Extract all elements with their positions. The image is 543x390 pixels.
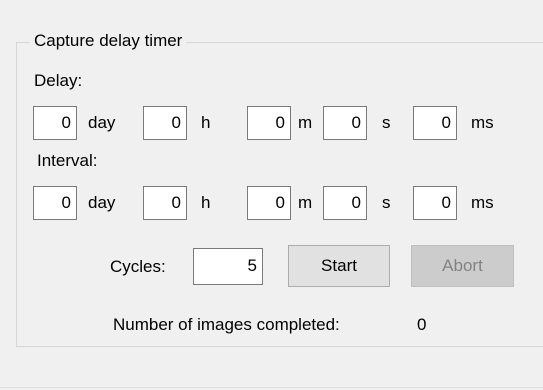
cycles-field[interactable]: 5 [193, 248, 263, 285]
delay-label: Delay: [34, 71, 83, 90]
interval-minutes-field[interactable]: 0 [247, 186, 291, 220]
delay-milliseconds-unit: ms [471, 113, 494, 132]
abort-button[interactable]: Abort [411, 245, 514, 287]
interval-label: Interval: [37, 151, 98, 170]
delay-hours-field[interactable]: 0 [143, 106, 187, 140]
delay-hours-unit: h [201, 113, 211, 132]
images-completed-value: 0 [417, 315, 427, 334]
interval-day-unit: day [88, 193, 116, 212]
delay-day-unit: day [88, 113, 116, 132]
interval-hours-field[interactable]: 0 [143, 186, 187, 220]
groupbox-title: Capture delay timer [30, 31, 187, 51]
bottom-divider [0, 387, 543, 388]
delay-seconds-unit: s [382, 113, 391, 132]
interval-milliseconds-unit: ms [471, 193, 494, 212]
delay-seconds-field[interactable]: 0 [323, 106, 367, 140]
cycles-label: Cycles: [110, 257, 166, 276]
interval-seconds-unit: s [382, 193, 391, 212]
interval-minutes-unit: m [298, 193, 313, 212]
start-button[interactable]: Start [288, 245, 390, 287]
images-completed-label: Number of images completed: [113, 315, 340, 334]
delay-minutes-unit: m [298, 113, 313, 132]
interval-seconds-field[interactable]: 0 [323, 186, 367, 220]
interval-day-field[interactable]: 0 [33, 186, 77, 220]
delay-milliseconds-field[interactable]: 0 [413, 106, 457, 140]
interval-hours-unit: h [201, 193, 211, 212]
delay-minutes-field[interactable]: 0 [247, 106, 291, 140]
delay-day-field[interactable]: 0 [33, 106, 77, 140]
interval-milliseconds-field[interactable]: 0 [413, 186, 457, 220]
